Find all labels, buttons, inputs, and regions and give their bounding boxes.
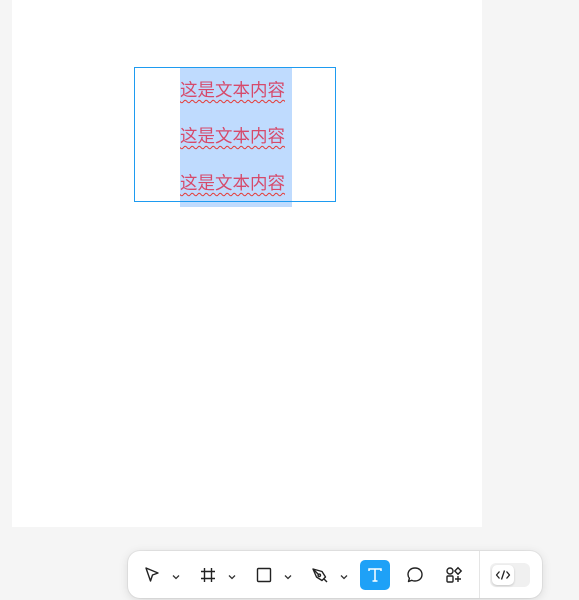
move-tool-dropdown[interactable] xyxy=(171,569,181,579)
chevron-down-icon xyxy=(228,565,236,584)
frame-tool-dropdown[interactable] xyxy=(227,569,237,579)
canvas-area[interactable]: 这是文本内容 这是文本内容 这是文本内容 xyxy=(0,0,579,600)
pointer-icon xyxy=(142,565,162,585)
pen-nib-icon xyxy=(310,565,330,585)
frame-tool-button[interactable] xyxy=(193,560,223,590)
resources-tool-button[interactable] xyxy=(439,560,469,590)
chevron-down-icon xyxy=(340,565,348,584)
dev-mode-toggle-knob xyxy=(492,565,514,585)
comment-tool-button[interactable] xyxy=(400,560,430,590)
text-tool-button[interactable] xyxy=(360,560,390,590)
square-icon xyxy=(255,566,273,584)
text-line-3[interactable]: 这是文本内容 xyxy=(180,172,292,196)
hash-frame-icon xyxy=(199,566,217,584)
dev-mode-toggle[interactable] xyxy=(490,563,530,587)
chevron-down-icon xyxy=(284,565,292,584)
rectangle-tool-button[interactable] xyxy=(249,560,279,590)
speech-bubble-icon xyxy=(405,565,425,585)
rectangle-tool-dropdown[interactable] xyxy=(283,569,293,579)
toolbar-divider xyxy=(479,551,480,598)
move-tool-button[interactable] xyxy=(137,560,167,590)
text-line-2[interactable]: 这是文本内容 xyxy=(180,125,292,149)
text-t-icon xyxy=(366,566,384,584)
code-brackets-icon xyxy=(495,566,511,585)
pen-tool-button[interactable] xyxy=(305,560,335,590)
chevron-down-icon xyxy=(172,565,180,584)
pen-tool-dropdown[interactable] xyxy=(339,569,349,579)
text-line-1[interactable]: 这是文本内容 xyxy=(180,79,292,103)
components-plus-icon xyxy=(444,565,464,585)
